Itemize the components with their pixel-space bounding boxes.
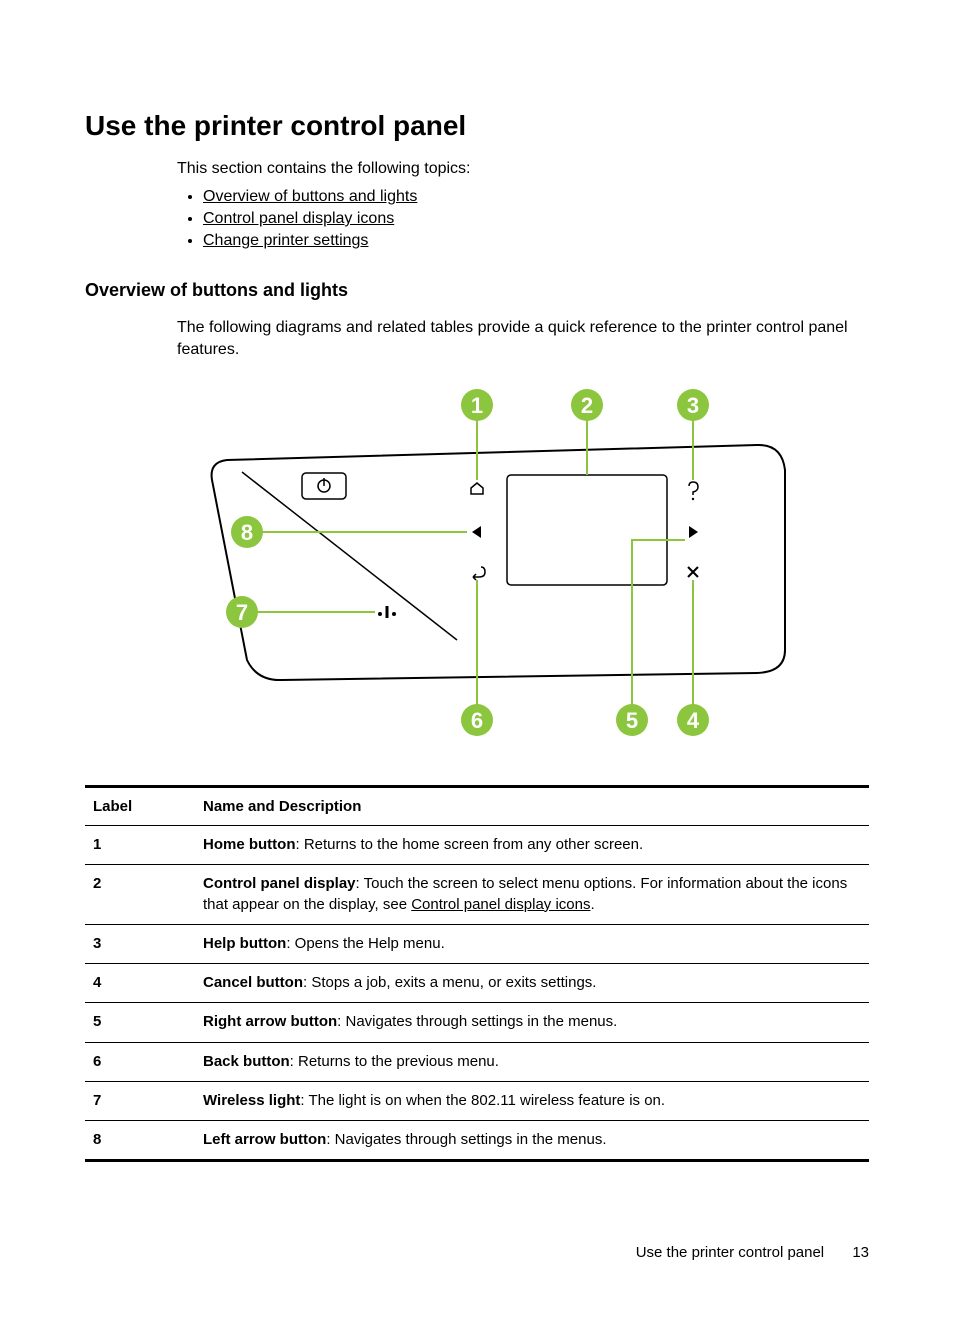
footer-page-number: 13 [852,1244,869,1261]
table-row: 8Left arrow button: Navigates through se… [85,1121,869,1161]
table-row: 2Control panel display: Touch the screen… [85,865,869,925]
table-header-desc: Name and Description [195,787,869,826]
callout-8: 8 [241,520,253,545]
table-desc-cell: Cancel button: Stops a job, exits a menu… [195,964,869,1003]
table-desc-cell: Home button: Returns to the home screen … [195,826,869,865]
table-header-label: Label [85,787,195,826]
callout-1: 1 [471,393,483,418]
topic-list: Overview of buttons and lights Control p… [177,188,869,250]
topic-item: Overview of buttons and lights [203,188,869,206]
table-row: 5Right arrow button: Navigates through s… [85,1003,869,1042]
footer-section: Use the printer control panel [636,1244,824,1261]
table-label-cell: 1 [85,826,195,865]
table-desc-cell: Right arrow button: Navigates through se… [195,1003,869,1042]
display-rect [507,475,667,585]
page-title: Use the printer control panel [85,110,869,142]
table-desc-cell: Wireless light: The light is on when the… [195,1081,869,1120]
intro-text: This section contains the following topi… [177,160,869,178]
callout-4: 4 [687,708,700,733]
inline-link[interactable]: Control panel display icons [411,896,590,913]
table-row: 6Back button: Returns to the previous me… [85,1042,869,1081]
topic-link-settings[interactable]: Change printer settings [203,232,368,249]
table-row: 4Cancel button: Stops a job, exits a men… [85,964,869,1003]
table-label-cell: 8 [85,1121,195,1161]
control-panel-diagram: 1 2 3 4 5 6 7 8 [85,380,869,745]
table-desc-cell: Back button: Returns to the previous men… [195,1042,869,1081]
home-icon [471,483,483,494]
table-label-cell: 3 [85,924,195,963]
cancel-icon [688,567,698,577]
power-icon [318,478,330,492]
topic-link-icons[interactable]: Control panel display icons [203,210,394,227]
subsection-heading: Overview of buttons and lights [85,280,869,301]
table-label-cell: 2 [85,865,195,925]
back-icon [473,567,485,580]
table-desc-cell: Left arrow button: Navigates through set… [195,1121,869,1161]
callout-6: 6 [471,708,483,733]
help-icon [689,482,698,500]
subsection-text: The following diagrams and related table… [177,317,869,360]
table-label-cell: 4 [85,964,195,1003]
feature-table: Label Name and Description 1Home button:… [85,785,869,1162]
right-arrow-icon [689,526,698,538]
table-label-cell: 5 [85,1003,195,1042]
table-row: 1Home button: Returns to the home screen… [85,826,869,865]
wireless-icon [378,606,396,618]
table-label-cell: 6 [85,1042,195,1081]
topic-item: Change printer settings [203,232,869,250]
topic-link-overview[interactable]: Overview of buttons and lights [203,188,417,205]
left-arrow-icon [472,526,481,538]
callout-3: 3 [687,393,699,418]
topic-item: Control panel display icons [203,210,869,228]
table-desc-cell: Control panel display: Touch the screen … [195,865,869,925]
table-row: 3Help button: Opens the Help menu. [85,924,869,963]
callout-5: 5 [626,708,638,733]
page-footer: Use the printer control panel 13 [636,1244,869,1261]
table-desc-cell: Help button: Opens the Help menu. [195,924,869,963]
table-label-cell: 7 [85,1081,195,1120]
callout-7: 7 [236,600,248,625]
callout-2: 2 [581,393,593,418]
table-row: 7Wireless light: The light is on when th… [85,1081,869,1120]
